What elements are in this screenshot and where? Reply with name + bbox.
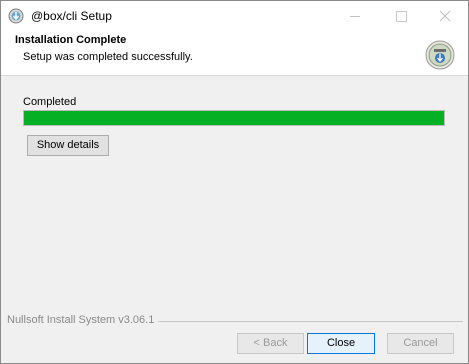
cancel-button[interactable]: Cancel	[387, 333, 454, 354]
back-button[interactable]: < Back	[237, 333, 304, 354]
maximize-button[interactable]	[378, 1, 424, 31]
maximize-icon	[396, 11, 407, 22]
page-title: Installation Complete	[15, 34, 127, 46]
window-close-button[interactable]	[422, 1, 468, 31]
minimize-button[interactable]	[332, 1, 378, 31]
page-subtitle: Setup was completed successfully.	[23, 51, 193, 63]
setup-window: @box/cli Setup Installation Complete Set…	[0, 0, 469, 364]
installer-logo-icon	[425, 40, 455, 70]
branding-divider: Nullsoft Install System v3.06.1	[7, 314, 463, 326]
close-button[interactable]: Close	[307, 333, 375, 354]
progress-fill	[24, 111, 444, 125]
progress-bar	[23, 110, 445, 126]
minimize-icon	[350, 16, 360, 17]
installer-icon	[8, 8, 24, 24]
page-header: Installation Complete Setup was complete…	[1, 31, 468, 76]
status-label: Completed	[23, 96, 77, 108]
show-details-button[interactable]: Show details	[27, 135, 109, 156]
branding-text: Nullsoft Install System v3.06.1	[7, 314, 159, 326]
window-title: @box/cli Setup	[31, 9, 112, 23]
title-bar: @box/cli Setup	[1, 1, 468, 31]
close-icon	[439, 10, 451, 22]
